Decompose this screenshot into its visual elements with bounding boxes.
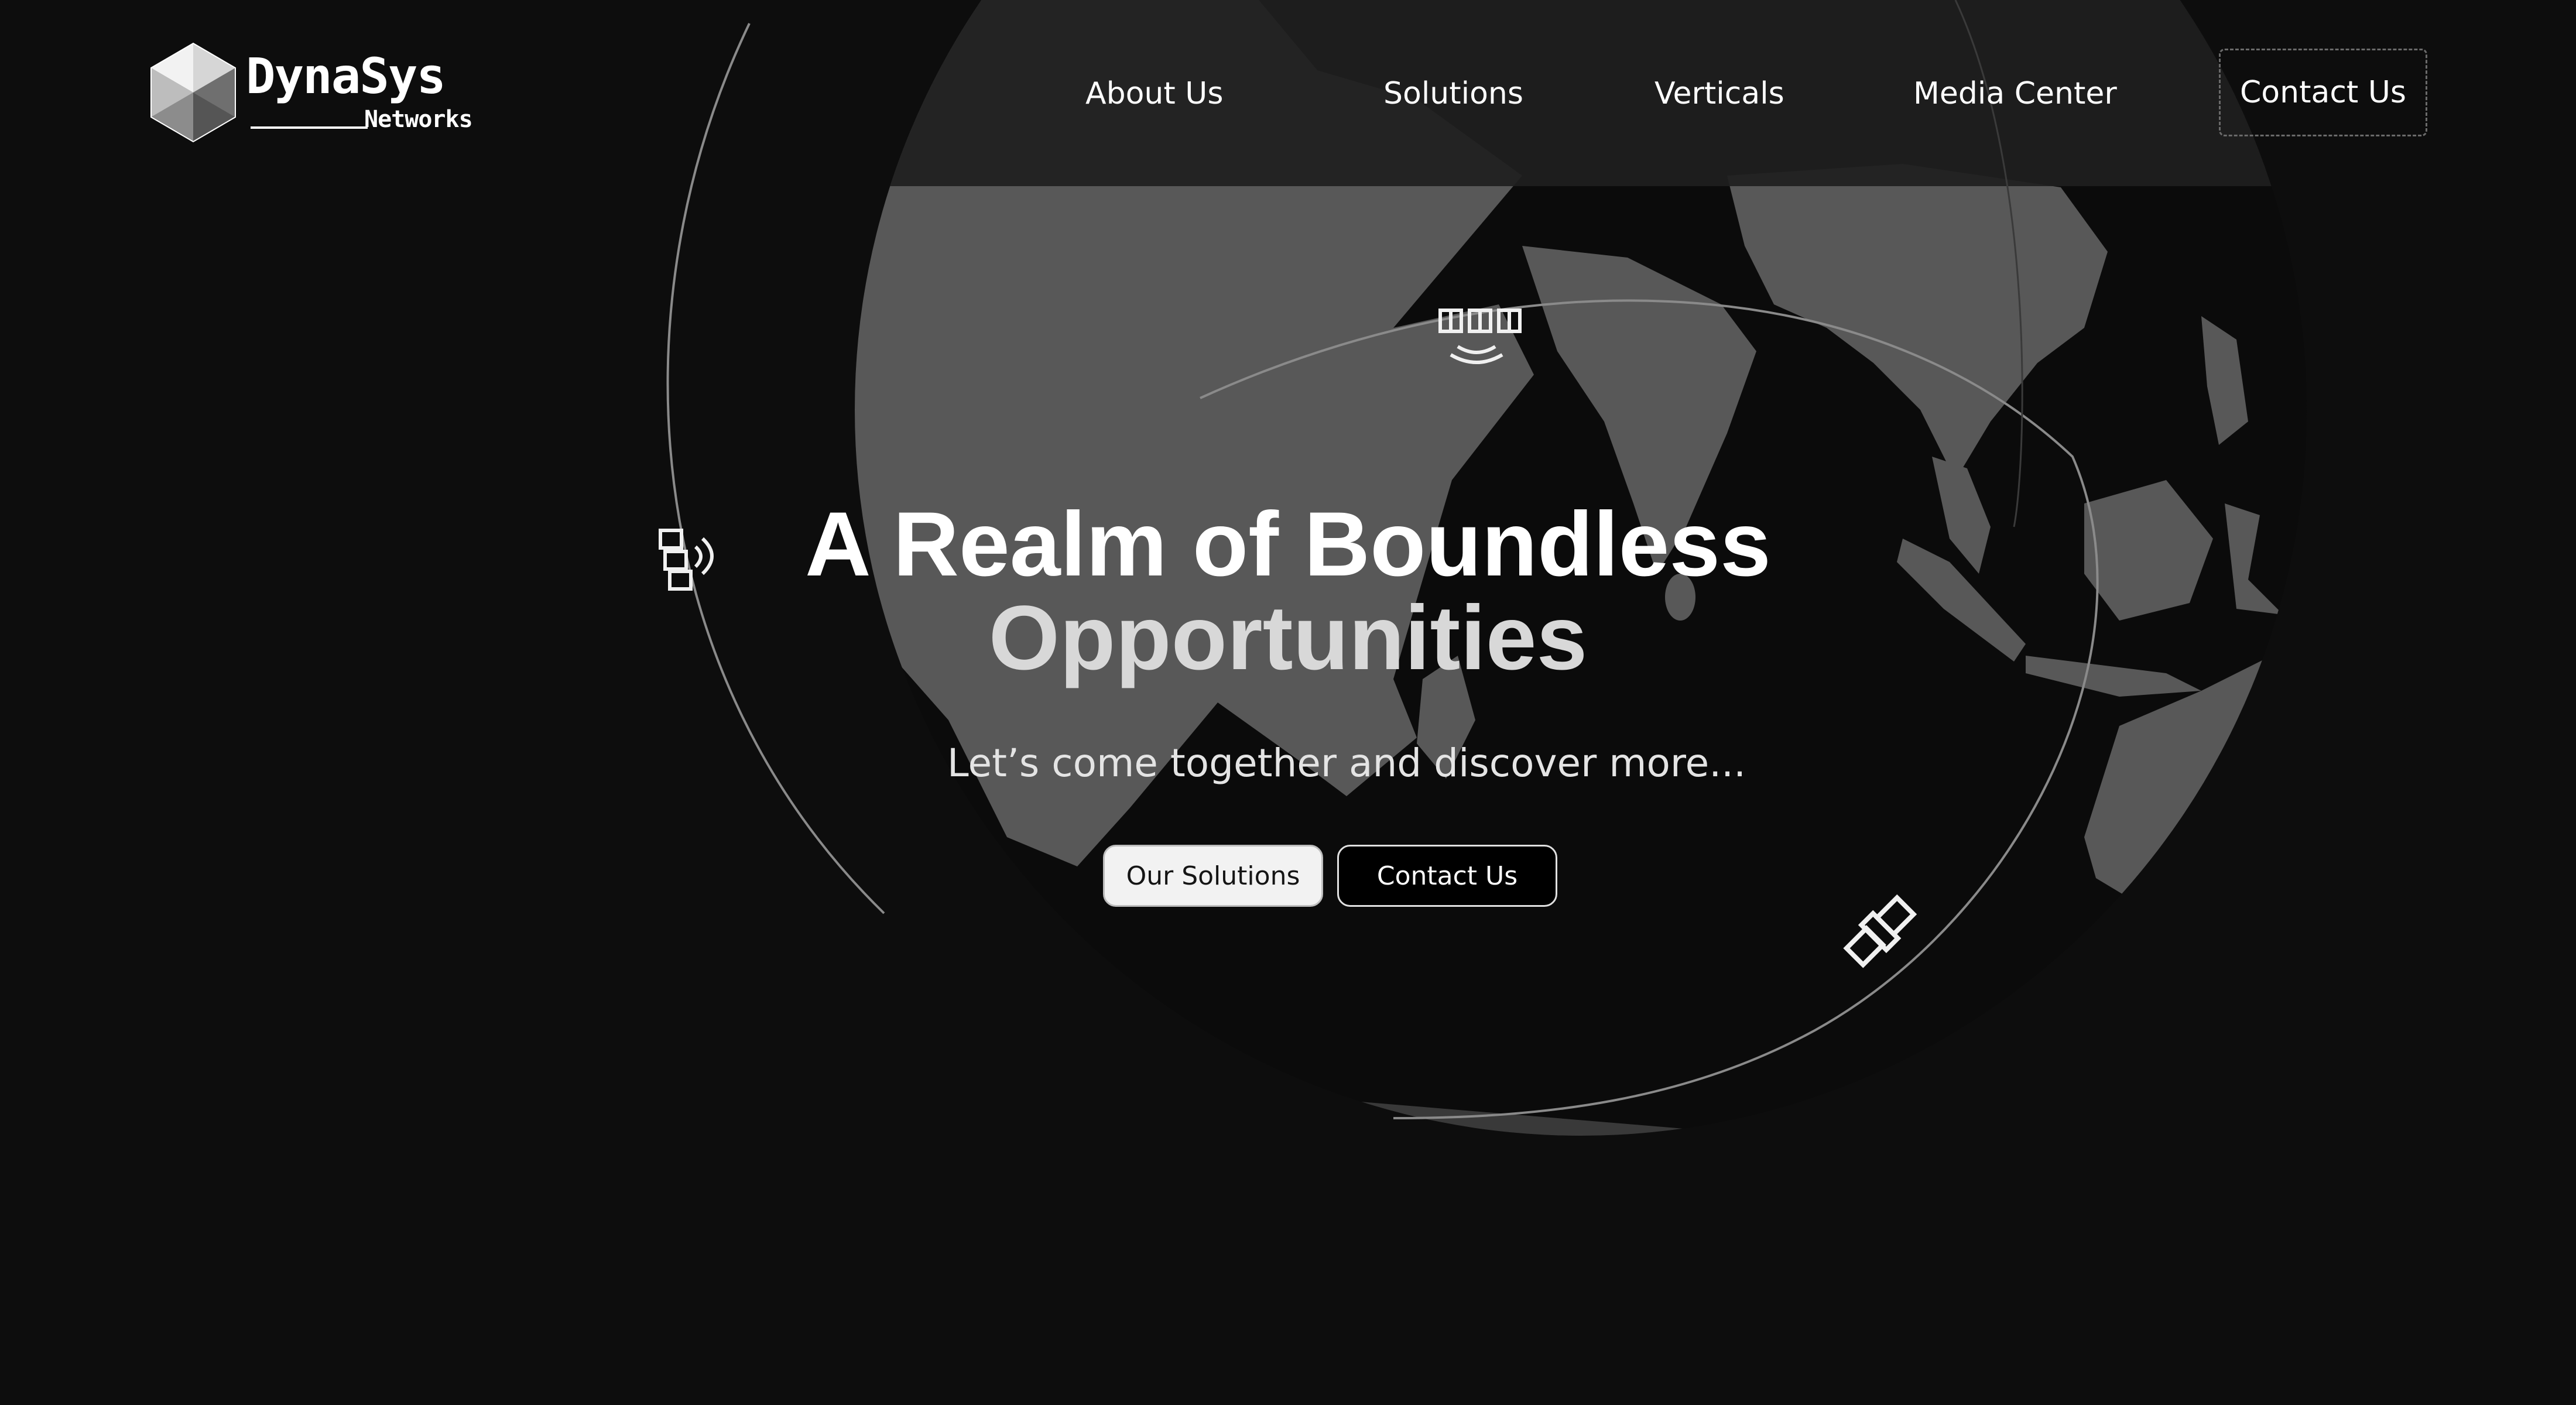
brand-subtitle: Networks — [364, 106, 473, 133]
nav-about-us[interactable]: About Us — [1085, 70, 1223, 117]
hero-subtitle: Let’s come together and discover more... — [947, 741, 1746, 786]
nav-contact-us-button[interactable]: Contact Us — [2219, 49, 2427, 136]
hero-title-line1: A Realm of Boundless — [805, 494, 1771, 595]
nav-verticals[interactable]: Verticals — [1654, 70, 1784, 117]
hero-title-line2: Opportunities — [988, 587, 1588, 689]
logo[interactable]: DynaSys Networks — [146, 41, 498, 146]
nav-solutions[interactable]: Solutions — [1383, 70, 1523, 117]
nav-media-center[interactable]: Media Center — [1913, 70, 2117, 117]
hero-background — [659, 0, 2307, 1136]
contact-us-button[interactable]: Contact Us — [1337, 845, 1557, 907]
our-solutions-button[interactable]: Our Solutions — [1103, 845, 1323, 907]
hero-title: A Realm of Boundless Opportunities — [585, 498, 1991, 685]
logo-icon — [150, 42, 236, 143]
logo-underline — [251, 126, 368, 129]
brand-name: DynaSys — [246, 47, 446, 105]
